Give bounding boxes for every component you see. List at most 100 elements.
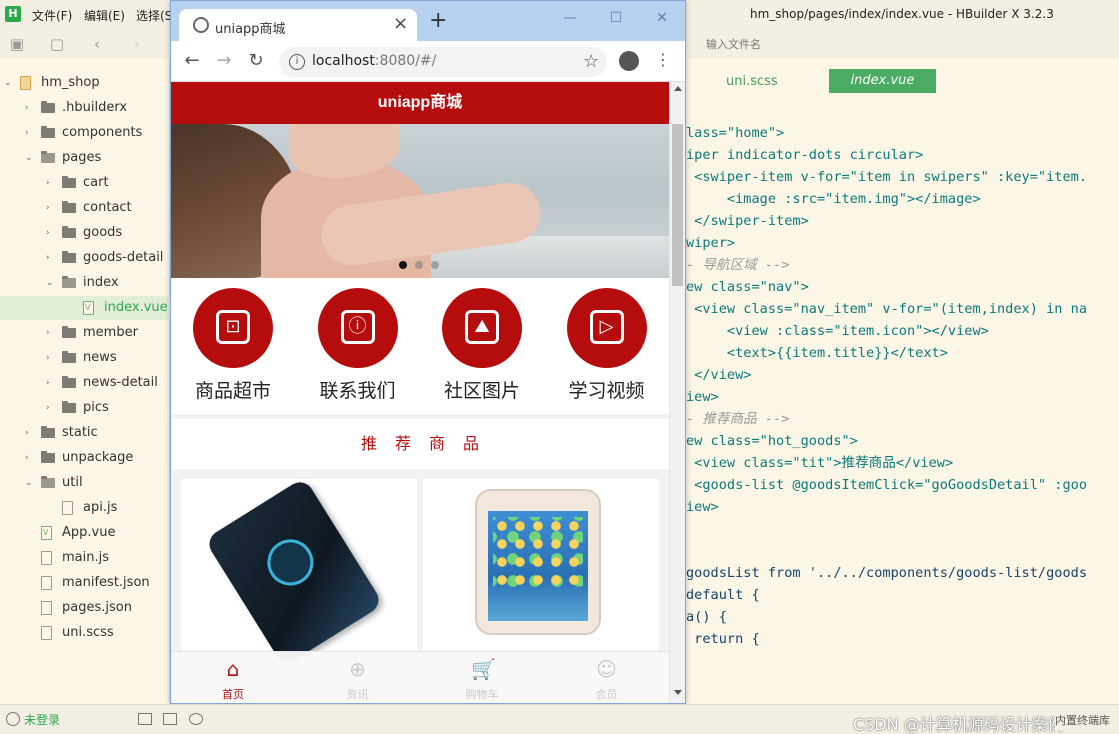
tree-item-contact[interactable]: › contact <box>0 196 170 220</box>
forward-arrow-icon[interactable]: → <box>213 50 235 72</box>
tab-globe[interactable]: ⊕ 资讯 <box>296 652 420 703</box>
browser-tab[interactable]: uniapp商城 × <box>179 9 417 41</box>
menu-edit[interactable]: 编辑(E) <box>84 7 125 24</box>
forward-icon[interactable]: › <box>128 35 146 53</box>
chevron-right-icon[interactable]: › <box>25 102 35 114</box>
tab-index-vue[interactable]: index.vue <box>829 69 936 93</box>
info-icon[interactable]: i <box>289 54 305 70</box>
new-tab-button[interactable]: + <box>429 10 447 32</box>
tree-item-manifest-json[interactable]: manifest.json <box>0 571 170 595</box>
chevron-right-icon[interactable]: › <box>25 127 35 139</box>
chevron-down-icon[interactable]: ⌄ <box>46 277 56 289</box>
menu-select[interactable]: 选择(S <box>136 7 172 24</box>
tree-item-index-vue[interactable]: index.vue <box>0 296 170 320</box>
chevron-down-icon[interactable]: ⌄ <box>4 77 14 89</box>
chevron-right-icon[interactable]: › <box>46 252 56 264</box>
profile-icon[interactable] <box>619 51 639 71</box>
tree-item-uni-scss[interactable]: uni.scss <box>0 621 170 645</box>
globe-icon <box>193 17 209 33</box>
goods-image-iphone <box>475 489 601 635</box>
tree-item-static[interactable]: › static <box>0 421 170 445</box>
chevron-right-icon[interactable]: › <box>46 377 56 389</box>
tree-item-cart[interactable]: › cart <box>0 171 170 195</box>
menu-file[interactable]: 文件(F) <box>32 7 72 24</box>
tree-item-hm-shop[interactable]: ⌄ hm_shop <box>0 71 170 95</box>
bookmark-star-icon[interactable]: ☆ <box>583 51 599 72</box>
swiper-dot[interactable] <box>399 261 407 269</box>
terminal-icon[interactable] <box>163 713 177 725</box>
back-icon[interactable]: ‹ <box>88 35 106 53</box>
tree-item-member[interactable]: › member <box>0 321 170 345</box>
page-viewport[interactable]: uniapp商城 ⊡ 商品超市 ⓘ 联系我们 ⛰ 社区图片 ▷ 学习视频 推荐商品 ⌂ 首页 ⊕ 资… <box>171 82 685 703</box>
file-search-input[interactable]: 输入文件名 <box>706 36 761 52</box>
tree-item--hbuilderx[interactable]: › .hbuilderx <box>0 96 170 120</box>
url-path: :8080/#/ <box>374 53 437 69</box>
nav-item[interactable]: ⊡ 商品超市 <box>171 278 295 414</box>
tree-item-label: uni.scss <box>62 625 114 640</box>
nav-item[interactable]: ⛰ 社区图片 <box>420 278 544 414</box>
tree-item-util[interactable]: ⌄ util <box>0 471 170 495</box>
chevron-right-icon[interactable]: › <box>25 427 35 439</box>
tree-item-components[interactable]: › components <box>0 121 170 145</box>
save-icon[interactable]: ▢ <box>48 35 66 53</box>
banner-swiper[interactable] <box>171 124 669 278</box>
code-editor[interactable]: lass="home"> iper indicator-dots circular… <box>686 118 1119 704</box>
folder-icon <box>41 476 55 488</box>
nav-item[interactable]: ⓘ 联系我们 <box>296 278 420 414</box>
scroll-up-arrow-icon[interactable] <box>674 86 682 91</box>
chevron-down-icon[interactable]: ⌄ <box>25 152 35 164</box>
globe-status-icon[interactable] <box>189 713 203 725</box>
nav-item-label: 学习视频 <box>568 380 645 402</box>
tree-item-unpackage[interactable]: › unpackage <box>0 446 170 470</box>
scroll-down-arrow-icon[interactable] <box>674 690 682 695</box>
more-menu-icon[interactable]: ⋮ <box>655 49 671 71</box>
reload-icon[interactable]: ↻ <box>245 50 267 72</box>
tree-item-pages-json[interactable]: pages.json <box>0 596 170 620</box>
address-bar[interactable]: i localhost:8080/#/ ☆ <box>279 47 607 77</box>
project-icon <box>20 76 31 90</box>
tab-member[interactable]: ☺ 会员 <box>545 652 669 703</box>
chevron-right-icon[interactable]: › <box>46 352 56 364</box>
tree-item-pics[interactable]: › pics <box>0 396 170 420</box>
chevron-right-icon[interactable]: › <box>46 402 56 414</box>
swiper-dot[interactable] <box>431 261 439 269</box>
tree-item-pages[interactable]: ⌄ pages <box>0 146 170 170</box>
tab-cart[interactable]: 🛒 购物车 <box>420 652 544 703</box>
maximize-icon[interactable]: ☐ <box>605 7 627 29</box>
back-arrow-icon[interactable]: ← <box>181 50 203 72</box>
store-icon: ⊡ <box>216 310 250 344</box>
tree-item-app-vue[interactable]: App.vue <box>0 521 170 545</box>
chevron-right-icon[interactable]: › <box>46 327 56 339</box>
swiper-dot[interactable] <box>415 261 423 269</box>
tree-item-news-detail[interactable]: › news-detail <box>0 371 170 395</box>
tree-item-label: unpackage <box>62 450 134 465</box>
user-icon[interactable] <box>6 712 20 726</box>
code-line: wiper> <box>686 235 736 251</box>
nav-item[interactable]: ▷ 学习视频 <box>545 278 669 414</box>
code-line: iew> <box>686 389 719 405</box>
tab-uni-scss[interactable]: uni.scss <box>726 74 778 89</box>
tree-item-main-js[interactable]: main.js <box>0 546 170 570</box>
tree-item-goods[interactable]: › goods <box>0 221 170 245</box>
chevron-right-icon[interactable]: › <box>25 452 35 464</box>
login-status[interactable]: 未登录 <box>24 711 60 728</box>
chevron-right-icon[interactable]: › <box>46 202 56 214</box>
chevron-right-icon[interactable]: › <box>46 227 56 239</box>
tree-item-api-js[interactable]: api.js <box>0 496 170 520</box>
editor-tabs: uni.scss index.vue <box>686 58 1119 110</box>
list-icon[interactable] <box>138 713 152 725</box>
tree-item-index[interactable]: ⌄ index <box>0 271 170 295</box>
minimize-icon[interactable]: — <box>559 7 581 29</box>
chevron-down-icon[interactable]: ⌄ <box>25 477 35 489</box>
tree-item-goods-detail[interactable]: › goods-detail <box>0 246 170 270</box>
close-tab-icon[interactable]: × <box>393 13 408 34</box>
tree-item-news[interactable]: › news <box>0 346 170 370</box>
scrollbar[interactable] <box>669 82 685 703</box>
tab-home[interactable]: ⌂ 首页 <box>171 652 295 703</box>
tree-item-label: member <box>83 325 138 340</box>
scroll-thumb[interactable] <box>672 124 683 286</box>
close-window-icon[interactable]: ✕ <box>651 7 673 29</box>
tree-item-label: static <box>62 425 98 440</box>
chevron-right-icon[interactable]: › <box>46 177 56 189</box>
new-file-icon[interactable]: ▣ <box>8 35 26 53</box>
